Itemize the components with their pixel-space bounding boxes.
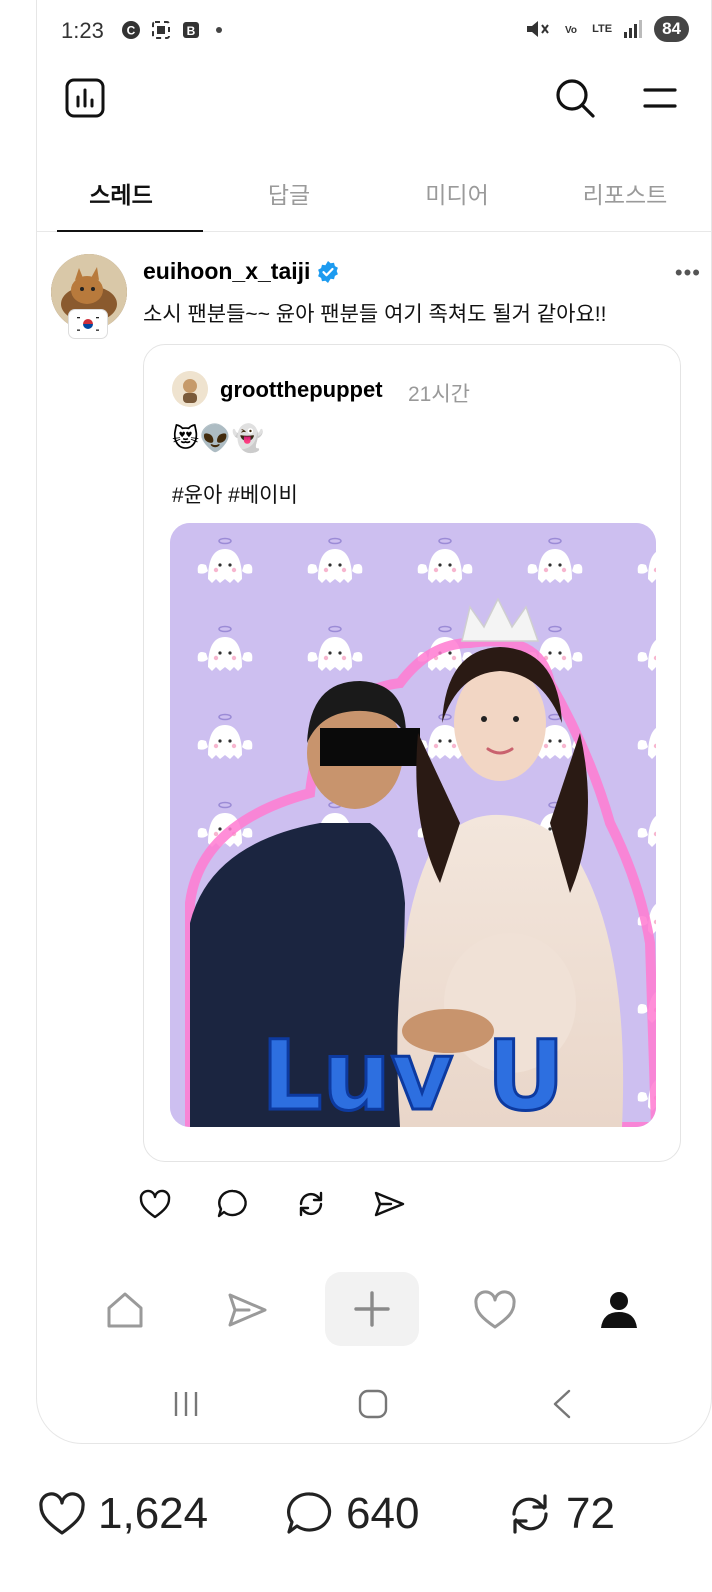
bottom-navigation xyxy=(37,1270,711,1354)
svg-text:C: C xyxy=(127,24,136,38)
tab-media[interactable]: 미디어 xyxy=(373,176,541,210)
quoted-post[interactable]: grootthepuppet 21시간 😻👽👻 #윤아 #베이비 Luv U xyxy=(143,344,681,1162)
plus-icon xyxy=(354,1291,390,1327)
couple-photo-image: Luv U xyxy=(170,523,656,1127)
engagement-bar: 1,624 640 72 xyxy=(0,1470,712,1560)
activity-heart-icon[interactable] xyxy=(471,1286,519,1334)
like-icon[interactable] xyxy=(137,1186,173,1222)
home-icon[interactable] xyxy=(101,1286,149,1334)
signal-icon xyxy=(624,20,643,38)
c-circle-icon: C xyxy=(122,21,140,39)
luv-u-overlay-text: Luv U xyxy=(261,1020,564,1127)
quoted-emojis: 😻👽👻 xyxy=(172,423,264,453)
network-label: LTE xyxy=(592,22,613,35)
repost-count-icon xyxy=(512,1494,548,1534)
reply-count-bubble-icon xyxy=(287,1492,332,1534)
app-header xyxy=(37,70,711,130)
recent-apps-icon[interactable] xyxy=(171,1388,201,1420)
post-actions xyxy=(137,1186,407,1222)
notification-dot-icon xyxy=(216,27,222,33)
search-icon[interactable] xyxy=(553,76,597,120)
home-system-icon[interactable] xyxy=(357,1388,389,1420)
insights-icon[interactable] xyxy=(63,76,107,120)
svg-text:B: B xyxy=(187,24,196,38)
post-image[interactable]: Luv U xyxy=(170,523,656,1127)
reply-count-value: 640 xyxy=(346,1489,420,1538)
korea-flag-badge xyxy=(69,310,107,338)
send-icon[interactable] xyxy=(223,1286,271,1334)
system-navigation xyxy=(37,1380,711,1430)
status-time: 1:23 xyxy=(61,18,104,43)
like-count-heart-icon xyxy=(39,1492,85,1535)
tab-threads[interactable]: 스레드 xyxy=(37,176,205,210)
status-bar: 1:23 C B Vo LTE 84 xyxy=(37,0,711,62)
quoted-timestamp: 21시간 xyxy=(408,383,470,406)
phone-screen: 1:23 C B Vo LTE 84 스레드 답글 미디어 리포스트 euiho… xyxy=(36,0,712,1444)
verified-badge-icon xyxy=(318,260,339,283)
quoted-hashtags[interactable]: #윤아 #베이비 xyxy=(172,479,298,509)
like-count-value: 1,624 xyxy=(98,1489,209,1538)
create-post-button[interactable] xyxy=(325,1272,419,1346)
svg-text:Vo: Vo xyxy=(565,25,577,36)
repost-count-value: 72 xyxy=(566,1489,615,1538)
mute-icon xyxy=(527,21,549,37)
profile-icon[interactable] xyxy=(595,1286,643,1334)
username[interactable]: euihoon_x_taiji xyxy=(143,258,310,285)
reply-icon[interactable] xyxy=(215,1186,251,1222)
status-right: Vo LTE 84 xyxy=(524,16,689,42)
quoted-avatar[interactable] xyxy=(172,371,208,407)
like-count[interactable]: 1,624 xyxy=(36,1488,208,1540)
post-text: 소시 팬분들~~ 윤아 팬분들 여기 족쳐도 될거 같아요!! xyxy=(143,303,607,326)
repost-icon[interactable] xyxy=(293,1186,329,1222)
korea-flag-icon xyxy=(74,314,102,334)
quoted-username[interactable]: grootthepuppet xyxy=(220,377,383,403)
reply-count[interactable]: 640 xyxy=(284,1488,419,1540)
post-author[interactable]: euihoon_x_taiji xyxy=(143,258,340,285)
back-icon[interactable] xyxy=(549,1388,577,1420)
profile-tabs: 스레드 답글 미디어 리포스트 xyxy=(37,160,711,232)
menu-icon[interactable] xyxy=(637,76,681,120)
tab-reposts[interactable]: 리포스트 xyxy=(541,176,709,210)
active-tab-indicator xyxy=(57,230,203,232)
repost-count[interactable]: 72 xyxy=(504,1488,615,1540)
share-icon[interactable] xyxy=(371,1186,407,1222)
screenshot-icon xyxy=(152,21,170,39)
more-options-button[interactable]: ••• xyxy=(675,260,701,286)
battery-level: 84 xyxy=(654,16,689,42)
tab-replies[interactable]: 답글 xyxy=(205,176,373,210)
volte-icon: Vo xyxy=(565,25,577,36)
puppet-avatar-image xyxy=(172,371,208,407)
b-app-icon: B xyxy=(183,22,199,38)
